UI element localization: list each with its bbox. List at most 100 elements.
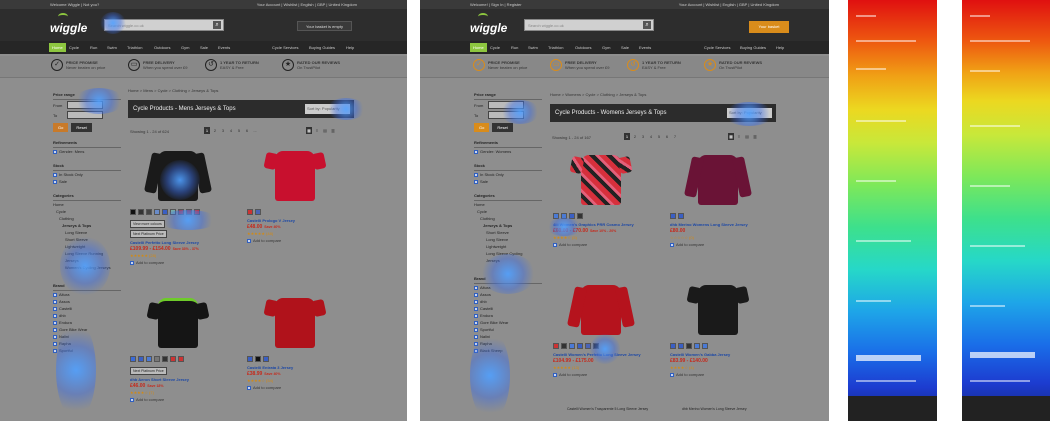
category-item[interactable]: Long Sleeve Running	[53, 250, 121, 257]
page-link[interactable]: 3	[640, 133, 646, 140]
sort-select[interactable]: Sort by: Popularity	[305, 104, 350, 114]
reset-button[interactable]: Reset	[71, 123, 92, 132]
wiggle-logo[interactable]: wiggle	[50, 21, 87, 35]
nav-sale[interactable]: Sale	[621, 45, 629, 50]
brand-item[interactable]: dhb	[474, 298, 542, 305]
brand-item[interactable]: Rapha	[474, 340, 542, 347]
compare-checkbox[interactable]: Add to compare	[247, 238, 347, 243]
sort-select[interactable]: Sort by: Popularity	[727, 108, 772, 118]
brand-item[interactable]: Castelli	[474, 305, 542, 312]
filter-in-stock[interactable]: In Stock Only	[474, 171, 542, 178]
category-item[interactable]: Jerseys & Tops	[53, 222, 121, 229]
colour-swatches[interactable]	[670, 213, 770, 219]
brand-item[interactable]: Assos	[53, 298, 121, 305]
price-to-input[interactable]	[67, 111, 103, 119]
page-link[interactable]: 4	[648, 133, 654, 140]
product-image[interactable]	[688, 280, 748, 340]
product-name[interactable]: dhb Merino Womens Long Sleeve Jersey	[670, 222, 770, 227]
product-name[interactable]: Castelli Women's Gabba Jersey	[670, 352, 770, 357]
nav-home[interactable]: Home	[49, 43, 66, 52]
page-link[interactable]: 3	[220, 127, 226, 134]
compare-checkbox[interactable]: Add to compare	[670, 242, 770, 247]
wiggle-logo[interactable]: wiggle	[470, 21, 507, 35]
filter-sale[interactable]: Sale	[53, 178, 121, 185]
category-item[interactable]: Lightweight	[53, 243, 121, 250]
list-view-icon[interactable]: ≡	[736, 133, 742, 140]
category-item[interactable]: Long Sleeve	[53, 229, 121, 236]
colour-swatches[interactable]	[130, 356, 230, 362]
grid-view-icon[interactable]: ▦	[728, 133, 734, 140]
nav-home[interactable]: Home	[470, 43, 487, 52]
account-links[interactable]: Your Account | Wishlist | English | GBP …	[257, 2, 357, 7]
page-link[interactable]: 5	[236, 127, 242, 134]
page-link[interactable]: 5	[656, 133, 662, 140]
refinement-item[interactable]: Gender: Mens	[53, 148, 121, 155]
product-card[interactable]: Castelli Women's Gabba Jersey £83.99 - £…	[670, 280, 770, 377]
product-name[interactable]: Castelli Perfetto Long Sleeve Jersey	[130, 240, 230, 245]
nav-buying-guides[interactable]: Buying Guides	[309, 45, 335, 50]
brand-item[interactable]: Assos	[474, 291, 542, 298]
category-item[interactable]: Jerseys	[53, 257, 121, 264]
go-button[interactable]: Go	[53, 123, 69, 132]
nav-events[interactable]: Events	[218, 45, 230, 50]
price-from-input[interactable]	[488, 101, 524, 109]
nav-gym[interactable]: Gym	[602, 45, 610, 50]
brand-item[interactable]: Gore Bike Wear	[474, 319, 542, 326]
price-to-input[interactable]	[488, 111, 524, 119]
brand-item[interactable]: Sportful	[474, 326, 542, 333]
compare-checkbox[interactable]: Add to compare	[553, 242, 653, 247]
category-item[interactable]: Home	[474, 201, 542, 208]
brand-item[interactable]: dhb	[53, 312, 121, 319]
compare-checkbox[interactable]: Add to compare	[130, 397, 230, 402]
welcome-text[interactable]: Welcome Wiggle | Not you?	[50, 2, 99, 7]
brand-item[interactable]: Endura	[474, 312, 542, 319]
product-name[interactable]: Castelli Women's Perfetto Long Sleeve Je…	[553, 352, 653, 357]
nav-triathlon[interactable]: Triathlon	[127, 45, 142, 50]
page-link[interactable]: 2	[632, 133, 638, 140]
view-more-colours[interactable]: View more colours	[130, 220, 165, 228]
page-link[interactable]: 1	[204, 127, 210, 134]
filter-in-stock[interactable]: In Stock Only	[53, 171, 121, 178]
category-item[interactable]: Long Sleeve	[474, 236, 542, 243]
large-grid-icon[interactable]: ▤	[744, 133, 750, 140]
nav-run[interactable]: Run	[90, 45, 97, 50]
category-item[interactable]: Cycle	[474, 208, 542, 215]
refinement-item[interactable]: Gender: Womens	[474, 148, 542, 155]
category-item[interactable]: Lightweight	[474, 243, 542, 250]
product-image[interactable]	[688, 150, 748, 210]
category-item[interactable]: Clothing	[474, 215, 542, 222]
product-card[interactable]: Castelli Women's Perfetto Long Sleeve Je…	[553, 280, 653, 377]
category-item[interactable]: Home	[53, 201, 121, 208]
welcome-text[interactable]: Welcome! | Sign In | Register	[470, 2, 522, 7]
nav-sale[interactable]: Sale	[200, 45, 208, 50]
brand-item[interactable]: Endura	[53, 319, 121, 326]
compare-checkbox[interactable]: Add to compare	[553, 372, 653, 377]
product-image[interactable]	[571, 280, 631, 340]
search-input[interactable]: Search wiggle.co.uk ⌕	[524, 19, 654, 31]
nav-buying-guides[interactable]: Buying Guides	[740, 45, 766, 50]
product-image[interactable]	[265, 146, 325, 206]
product-image[interactable]	[265, 293, 325, 353]
product-name[interactable]: dhb Merino Women's Long Sleeve Jersey	[682, 407, 747, 411]
search-icon[interactable]: ⌕	[213, 21, 221, 29]
nav-events[interactable]: Events	[639, 45, 651, 50]
brand-item[interactable]: Sportful	[53, 347, 121, 354]
brand-item[interactable]: Rapha	[53, 340, 121, 347]
brand-item[interactable]: Altura	[53, 291, 121, 298]
product-name[interactable]: Castelli Entrata 3 Jersey	[247, 365, 347, 370]
product-name[interactable]: Castelli Prologo V Jersey	[247, 218, 347, 223]
nav-help[interactable]: Help	[346, 45, 354, 50]
category-item[interactable]: Clothing	[53, 215, 121, 222]
nav-swim[interactable]: Swim	[528, 45, 538, 50]
basket-button[interactable]: Your basket	[749, 21, 789, 33]
brand-item[interactable]: Castelli	[53, 305, 121, 312]
compact-view-icon[interactable]: ▥	[752, 133, 758, 140]
colour-swatches[interactable]	[553, 213, 653, 219]
product-card[interactable]: 4iii Women's Graphics PRR Cosmo Jersey £…	[553, 150, 653, 247]
filter-sale[interactable]: Sale	[474, 178, 542, 185]
search-input[interactable]: Search wiggle.co.uk ⌕	[104, 19, 224, 31]
product-card[interactable]: dhb Merino Womens Long Sleeve Jersey £80…	[670, 150, 770, 247]
brand-item[interactable]: Gore Bike Wear	[53, 326, 121, 333]
brand-item[interactable]: Nalini	[474, 333, 542, 340]
nav-help[interactable]: Help	[776, 45, 784, 50]
